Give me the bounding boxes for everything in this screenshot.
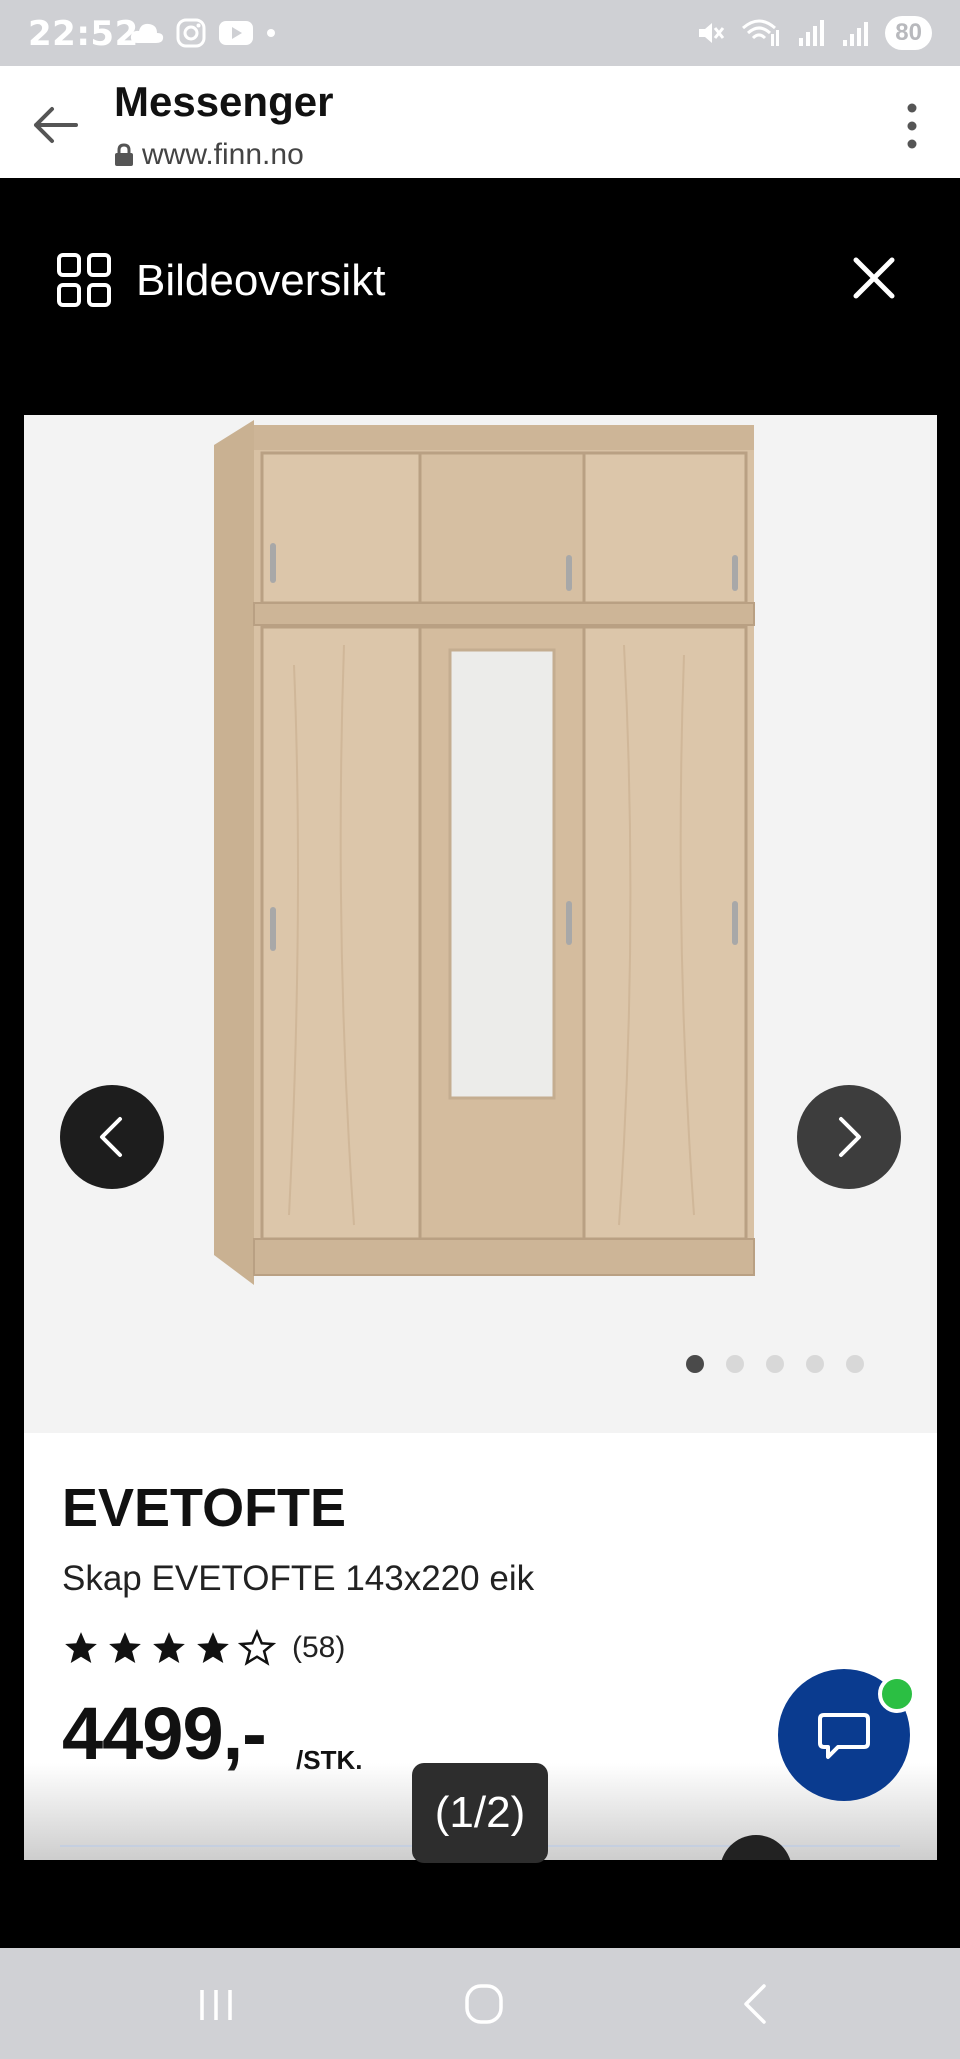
recent-apps-icon[interactable] [196, 1988, 236, 2022]
previous-image-button[interactable] [60, 1085, 164, 1189]
star-filled-icon [65, 1632, 97, 1664]
back-icon[interactable] [740, 1984, 768, 2024]
image-viewer: Bildeoversikt EVETOFTE Skap EVETOFTE 143… [0, 178, 960, 1948]
lock-icon [115, 143, 133, 166]
carousel-dot[interactable] [726, 1355, 744, 1373]
star-filled-icon [197, 1632, 229, 1664]
close-icon[interactable] [852, 256, 896, 300]
chevron-right-icon [839, 1117, 861, 1157]
signal-icon [799, 20, 825, 46]
status-bar: 22:52 80 [0, 0, 960, 66]
status-right-icons: 80 [695, 16, 932, 50]
image-counter: (1/2) [412, 1763, 548, 1863]
back-arrow-icon[interactable] [30, 100, 80, 150]
signal-icon-2 [843, 22, 869, 46]
instagram-icon [176, 18, 206, 48]
star-filled-icon [153, 1632, 185, 1664]
star-empty-icon [238, 1629, 276, 1666]
carousel-dot[interactable] [846, 1355, 864, 1373]
carousel-dot[interactable] [686, 1355, 704, 1373]
cloud-icon [130, 23, 164, 43]
product-photo[interactable] [24, 415, 937, 1433]
browser-url: www.finn.no [142, 138, 304, 171]
grid-overview-icon[interactable] [56, 252, 112, 308]
wardrobe-illustration [214, 420, 755, 1285]
more-options-icon[interactable] [892, 96, 932, 156]
image-card: EVETOFTE Skap EVETOFTE 143x220 eik (58) … [24, 415, 937, 1860]
star-filled-icon [109, 1632, 141, 1664]
chat-bubble-icon [818, 1713, 870, 1759]
youtube-icon [219, 21, 253, 45]
mute-icon [699, 23, 725, 43]
url-row[interactable]: www.finn.no [114, 138, 304, 172]
chevron-left-icon [100, 1117, 122, 1157]
browser-bar: Messenger www.finn.no [0, 66, 960, 178]
browser-title: Messenger [114, 78, 334, 125]
status-time: 22:52 [28, 14, 139, 54]
battery-indicator: 80 [885, 16, 932, 50]
viewer-title: Bildeoversikt [136, 256, 386, 305]
home-icon[interactable] [464, 1982, 504, 2026]
carousel-dot[interactable] [766, 1355, 784, 1373]
status-left-icons [130, 18, 276, 48]
online-status-badge [878, 1675, 916, 1713]
wifi-icon [742, 19, 780, 46]
product-description: Skap EVETOFTE 143x220 eik [62, 1559, 535, 1598]
dot-icon [267, 29, 275, 37]
next-image-button[interactable] [797, 1085, 901, 1189]
rating-row[interactable]: (58) [62, 1629, 345, 1667]
carousel-dot[interactable] [806, 1355, 824, 1373]
product-name: EVETOFTE [62, 1478, 347, 1538]
carousel-dots [686, 1355, 864, 1373]
review-count: (58) [292, 1631, 346, 1664]
system-nav-bar [0, 1948, 960, 2059]
